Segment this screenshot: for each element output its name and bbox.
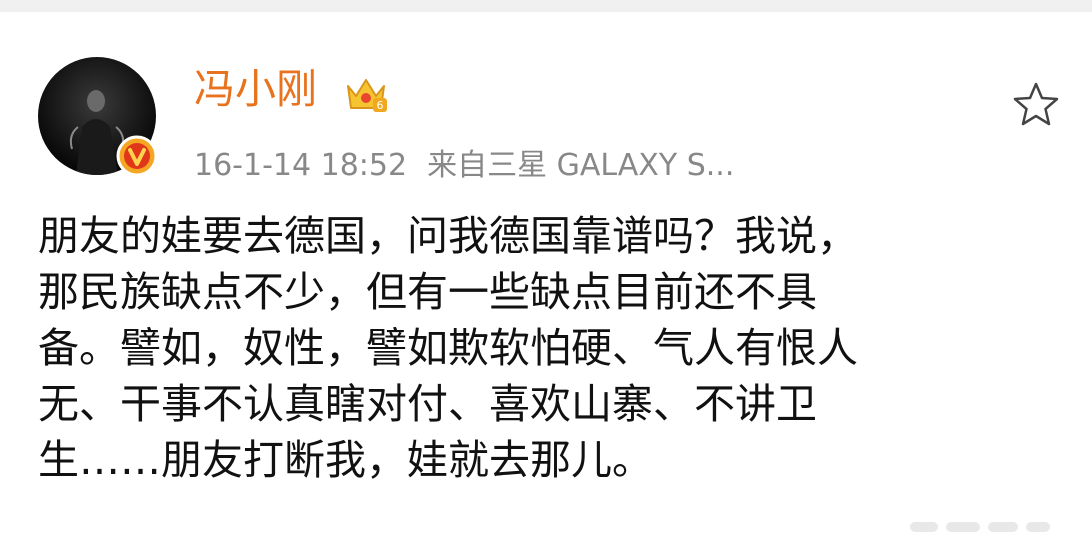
top-divider-bar bbox=[0, 0, 1092, 12]
crown-level-icon[interactable]: 6 bbox=[344, 72, 388, 116]
post-body-line: 朋友的娃要去德国，问我德国靠谱吗？我说， bbox=[38, 212, 858, 260]
favorite-star-icon[interactable] bbox=[1010, 80, 1062, 130]
watermark-logo bbox=[900, 512, 1060, 542]
post-body: 朋友的娃要去德国，问我德国靠谱吗？我说， 那民族缺点不少，但有一些缺点目前还不具… bbox=[38, 208, 1048, 488]
post-body-line: 备。譬如，奴性，譬如欺软怕硬、气人有恨人 bbox=[38, 324, 858, 372]
post-source[interactable]: 来自三星 GALAXY S... bbox=[427, 148, 734, 183]
svg-text:6: 6 bbox=[377, 99, 384, 112]
post-meta: 16-1-14 18:52 来自三星 GALAXY S... bbox=[194, 144, 734, 188]
post-body-line: 无、干事不认真瞎对付、喜欢山寨、不讲卫 bbox=[38, 380, 817, 428]
post-body-line: 生……朋友打断我，娃就去那儿。 bbox=[38, 436, 653, 484]
post-timestamp: 16-1-14 18:52 bbox=[194, 148, 408, 183]
verified-badge-icon bbox=[116, 135, 158, 177]
post-body-line: 那民族缺点不少，但有一些缺点目前还不具 bbox=[38, 268, 817, 316]
weibo-post-card: 冯小刚 6 16-1-14 18:52 来自三星 GALAXY S... 朋友的娃… bbox=[0, 12, 1092, 552]
author-name[interactable]: 冯小刚 bbox=[194, 62, 317, 116]
